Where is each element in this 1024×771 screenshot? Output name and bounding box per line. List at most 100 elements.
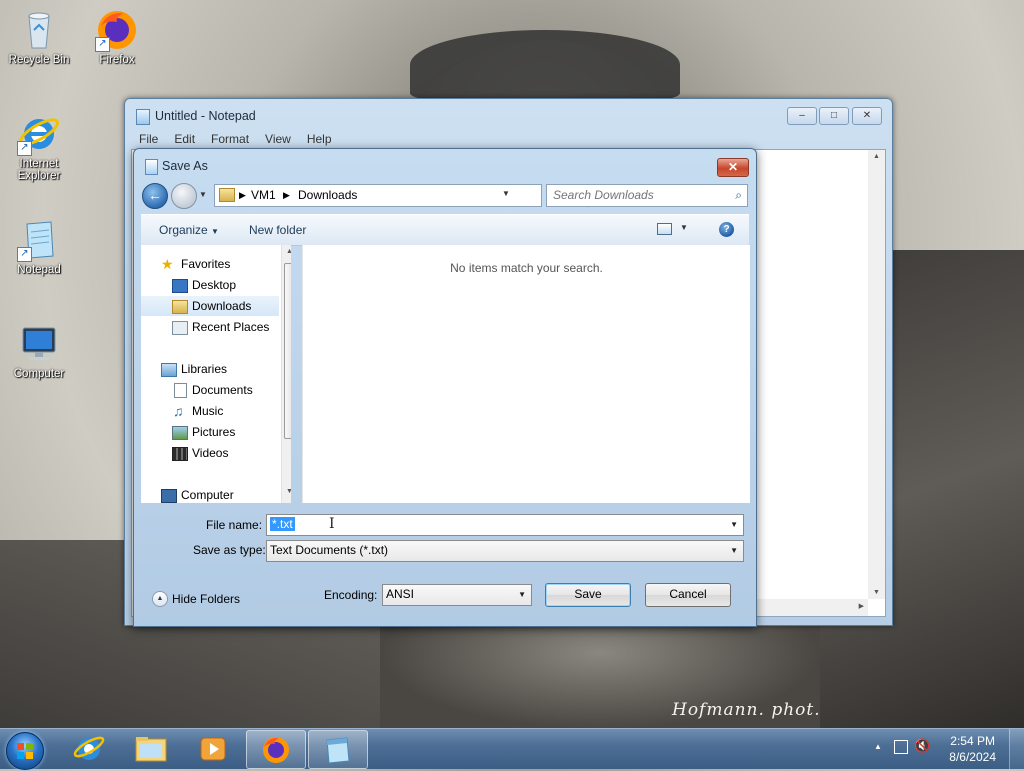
chevron-right-icon[interactable]: ▶ — [283, 190, 290, 201]
breadcrumb-downloads[interactable]: Downloads — [298, 188, 357, 202]
taskbar: ▲ 🔇 2:54 PM 8/6/2024 — [0, 728, 1024, 770]
menu-format[interactable]: Format — [203, 130, 257, 148]
scroll-right-icon[interactable]: ▶ — [859, 602, 864, 610]
recent-locations-dropdown-icon[interactable]: ▼ — [199, 190, 207, 199]
network-icon[interactable] — [894, 740, 908, 754]
cancel-button[interactable]: Cancel — [645, 583, 731, 607]
chevron-right-icon[interactable]: ▶ — [239, 190, 246, 201]
encoding-select[interactable]: ANSI ▼ — [382, 584, 532, 606]
change-view-icon[interactable] — [657, 223, 672, 235]
forward-button[interactable] — [171, 183, 197, 209]
back-button[interactable]: ← — [142, 183, 168, 209]
nav-label: Downloads — [192, 299, 252, 313]
save-as-dialog: Save As ✕ ← ▼ ▶ VM1 ▶ Downloads ▼ ⇆ ⌕ Or… — [133, 148, 757, 627]
desktop-icon — [172, 279, 188, 293]
address-dropdown-icon[interactable]: ▼ — [502, 189, 510, 198]
desktop-icon-label: Computer — [13, 368, 65, 380]
nav-scrollbar[interactable]: ▲ ▼ — [281, 245, 291, 503]
notepad-icon — [326, 737, 350, 764]
file-list-pane[interactable]: No items match your search. — [302, 245, 750, 503]
dialog-close-button[interactable]: ✕ — [717, 158, 749, 177]
taskbar-notepad[interactable] — [308, 730, 368, 769]
file-name-field[interactable]: *.txt I ▼ — [266, 514, 744, 536]
scroll-down-icon[interactable]: ▼ — [286, 488, 291, 495]
nav-item-desktop[interactable]: Desktop — [141, 275, 279, 295]
maximize-button[interactable]: □ — [819, 107, 849, 125]
chevron-down-icon[interactable]: ▼ — [518, 590, 526, 599]
menu-edit[interactable]: Edit — [166, 130, 203, 148]
nav-item-computer[interactable]: Computer — [141, 485, 279, 503]
nav-item-libraries[interactable]: Libraries — [141, 359, 279, 379]
breadcrumb-vm1[interactable]: VM1 — [251, 188, 276, 202]
close-button[interactable]: ✕ — [852, 107, 882, 125]
chevron-down-icon[interactable]: ▼ — [730, 546, 738, 555]
desktop-icon-internet-explorer[interactable]: ↗ Internet Explorer — [4, 112, 74, 182]
save-as-type-label: Save as type: — [193, 543, 266, 557]
taskbar-media-player[interactable] — [184, 730, 242, 767]
desktop-icon-recycle-bin[interactable]: Recycle Bin — [4, 8, 74, 66]
nav-item-music[interactable]: ♫ Music — [141, 401, 279, 421]
notepad-titlebar[interactable]: Untitled - Notepad – □ ✕ — [125, 99, 892, 131]
vertical-scrollbar[interactable]: ▲ ▼ — [868, 150, 885, 599]
scroll-down-icon[interactable]: ▼ — [873, 589, 880, 596]
nav-item-documents[interactable]: Documents — [141, 380, 279, 400]
nav-label: Libraries — [181, 362, 228, 376]
search-icon[interactable]: ⌕ — [735, 188, 742, 203]
minimize-button[interactable]: – — [787, 107, 817, 125]
search-box[interactable]: ⌕ — [546, 184, 748, 207]
taskbar-internet-explorer[interactable] — [60, 730, 118, 767]
nav-item-downloads[interactable]: Downloads — [141, 296, 279, 316]
new-folder-button[interactable]: New folder — [249, 223, 306, 237]
organize-label: Organize — [159, 223, 208, 237]
nav-label: Favorites — [181, 257, 231, 271]
search-input[interactable] — [547, 185, 723, 204]
menu-bar: File Edit Format View Help — [131, 130, 340, 148]
nav-label: Desktop — [192, 278, 237, 292]
save-as-type-select[interactable]: Text Documents (*.txt) ▼ — [266, 540, 744, 562]
firefox-icon: ↗ — [95, 8, 139, 52]
computer-icon — [17, 322, 61, 366]
taskbar-file-explorer[interactable] — [122, 730, 180, 767]
address-bar[interactable]: ▶ VM1 ▶ Downloads ▼ ⇆ — [214, 184, 606, 208]
taskbar-firefox[interactable] — [246, 730, 306, 769]
clock-date: 8/6/2024 — [949, 750, 996, 764]
help-icon[interactable]: ? — [719, 222, 734, 237]
show-hidden-icons-icon[interactable]: ▲ — [874, 742, 882, 751]
empty-folder-message: No items match your search. — [450, 261, 603, 275]
organize-button[interactable]: Organize ▼ — [159, 223, 219, 237]
clock[interactable]: 2:54 PM 8/6/2024 — [949, 733, 996, 765]
nav-label: Documents — [192, 383, 253, 397]
desktop-icon-notepad[interactable]: ↗ Notepad — [4, 218, 74, 276]
nav-item-favorites[interactable]: ★ Favorites — [141, 254, 279, 274]
scroll-thumb[interactable] — [284, 263, 291, 439]
show-desktop-button[interactable] — [1009, 729, 1024, 769]
dialog-icon — [145, 159, 158, 175]
volume-muted-icon[interactable]: 🔇 — [914, 738, 930, 754]
system-tray: ▲ 🔇 2:54 PM 8/6/2024 — [864, 729, 1024, 769]
pictures-icon — [172, 426, 188, 440]
chevron-down-icon[interactable]: ▼ — [730, 520, 738, 529]
folder-icon — [135, 737, 167, 762]
menu-view[interactable]: View — [257, 130, 299, 148]
desktop-icon-label: Internet Explorer — [17, 158, 61, 182]
nav-item-videos[interactable]: Videos — [141, 443, 279, 463]
scroll-up-icon[interactable]: ▲ — [286, 248, 291, 255]
music-icon: ♫ — [173, 403, 184, 419]
menu-help[interactable]: Help — [299, 130, 340, 148]
nav-item-pictures[interactable]: Pictures — [141, 422, 279, 442]
view-options-dropdown-icon[interactable]: ▼ — [680, 223, 688, 232]
desktop-icon-firefox[interactable]: ↗ Firefox — [82, 8, 152, 66]
desktop-icon-computer[interactable]: Computer — [4, 322, 74, 380]
navigation-pane: ★ Favorites Desktop Downloads Recent Pla… — [141, 245, 291, 503]
save-button[interactable]: Save — [545, 583, 631, 607]
scroll-up-icon[interactable]: ▲ — [873, 153, 880, 160]
file-name-label: File name: — [206, 518, 263, 532]
dialog-title: Save As — [162, 159, 208, 173]
shortcut-arrow-icon: ↗ — [17, 141, 32, 156]
dialog-toolbar: Organize ▼ New folder ▼ ? — [141, 214, 749, 246]
file-name-input[interactable]: *.txt — [270, 517, 295, 531]
desktop-icon-label: Firefox — [99, 54, 135, 66]
menu-file[interactable]: File — [131, 130, 166, 148]
nav-item-recent-places[interactable]: Recent Places — [141, 317, 279, 337]
start-button[interactable] — [6, 732, 44, 770]
